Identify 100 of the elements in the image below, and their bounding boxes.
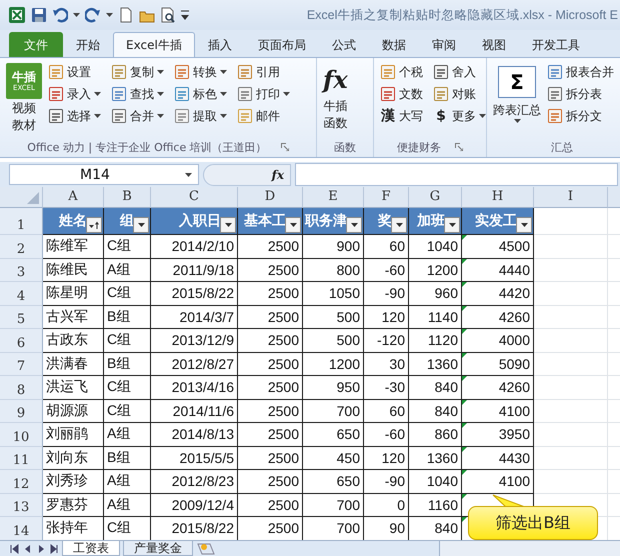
table-cell: C组 <box>107 402 132 420</box>
row-header[interactable]: 11 <box>0 446 43 470</box>
ribbon-button[interactable]: 标色 <box>174 83 231 105</box>
table-cell: 500 <box>336 308 360 325</box>
ribbon-button[interactable]: 对账 <box>433 83 490 105</box>
file-tab[interactable]: 文件 <box>9 32 63 57</box>
first-sheet-icon[interactable] <box>10 544 20 554</box>
insert-sheet-icon[interactable] <box>196 542 216 556</box>
row-header[interactable]: 4 <box>0 282 43 306</box>
ribbon-tab[interactable]: 公式 <box>318 32 369 57</box>
filter-button[interactable] <box>444 217 460 233</box>
ribbon-button[interactable]: 邮件 <box>237 105 294 127</box>
ribbon-button[interactable]: 拆分文 <box>547 105 618 127</box>
dialog-launcher-icon[interactable] <box>280 143 289 151</box>
table-cell: 2500 <box>268 426 299 442</box>
filter-button[interactable] <box>220 217 236 233</box>
ribbon-button[interactable]: 拆分表 <box>547 83 618 105</box>
ribbon-button[interactable]: 引用 <box>237 61 294 83</box>
ribbon-button[interactable]: 舍入 <box>433 61 490 83</box>
next-sheet-icon[interactable] <box>36 544 46 554</box>
filter-button[interactable] <box>133 217 149 233</box>
last-sheet-icon[interactable] <box>49 544 59 554</box>
filter-button[interactable] <box>86 217 102 233</box>
table-cell: -60 <box>384 426 405 442</box>
table-cell: 840 <box>434 379 458 396</box>
save-icon[interactable] <box>31 7 47 23</box>
symbol-icon: $ <box>433 108 449 124</box>
table-cell: 4100 <box>498 473 530 490</box>
ribbon-tab[interactable]: 开发工具 <box>518 32 593 57</box>
ribbon-button[interactable]: Σ 跨表汇总 <box>493 61 541 137</box>
ribbon-tab[interactable]: 开始 <box>63 32 113 57</box>
table-cell: 2014/8/13 <box>172 426 234 442</box>
ribbon-button[interactable]: 报表合并 <box>547 61 618 83</box>
ribbon-button[interactable]: 漢 大写 <box>380 105 427 127</box>
ribbon-button[interactable]: 设置 <box>48 61 105 83</box>
ribbon-tab[interactable]: 审阅 <box>418 32 469 57</box>
document-icon <box>49 65 63 79</box>
ribbon-button[interactable]: 合并 <box>111 105 168 127</box>
ribbon-tab[interactable]: Excel牛插 <box>113 32 195 57</box>
ribbon-button[interactable]: $ 更多 <box>433 105 490 127</box>
row-header[interactable]: 9 <box>0 400 43 423</box>
dialog-launcher-icon[interactable] <box>455 143 463 151</box>
ribbon-button[interactable]: 查找 <box>111 83 168 105</box>
new-document-icon[interactable] <box>118 7 134 23</box>
ribbon-button[interactable]: 选择 <box>48 105 105 127</box>
row-header[interactable]: 13 <box>0 494 43 517</box>
table-cell: 2500 <box>268 496 299 513</box>
table-cell: 2500 <box>268 402 299 419</box>
name-box[interactable]: M14 <box>9 164 199 185</box>
row-header[interactable]: 7 <box>0 352 43 376</box>
table-cell: 1140 <box>428 308 458 325</box>
row-header[interactable]: 1 <box>0 208 43 235</box>
filter-button[interactable] <box>346 217 362 233</box>
table-header: 奖 <box>378 212 392 230</box>
row-header[interactable]: 5 <box>0 306 43 329</box>
horizontal-scrollbar[interactable] <box>439 541 620 556</box>
print-preview-icon[interactable] <box>160 7 176 23</box>
table-cell: -90 <box>384 285 405 302</box>
row-header[interactable]: 14 <box>0 517 43 540</box>
formula-input[interactable] <box>295 163 618 186</box>
row-header[interactable]: 12 <box>0 470 43 494</box>
ribbon-button[interactable]: 录入 <box>48 83 105 105</box>
ribbon-button[interactable]: fx 牛插 函数 <box>323 61 348 137</box>
ribbon-tab[interactable]: 数据 <box>368 32 419 57</box>
row-header[interactable]: 10 <box>0 423 43 446</box>
table-cell: B组 <box>107 308 130 326</box>
ribbon-button[interactable]: 复制 <box>111 61 168 83</box>
row-header[interactable]: 2 <box>0 235 43 258</box>
ribbon-tab[interactable]: 视图 <box>468 32 519 57</box>
document-icon <box>112 109 126 123</box>
ribbon-button[interactable]: 提取 <box>174 105 231 127</box>
row-header[interactable]: 6 <box>0 329 43 352</box>
ribbon-button[interactable]: 打印 <box>237 83 294 105</box>
document-icon <box>548 65 562 79</box>
group-label: 汇总 <box>551 140 573 154</box>
previous-sheet-icon[interactable] <box>23 544 33 554</box>
sheet-tab[interactable]: 产量奖金 <box>123 541 193 556</box>
document-icon <box>175 87 189 101</box>
redo-icon[interactable] <box>85 7 101 23</box>
ribbon-tab[interactable]: 插入 <box>194 32 245 57</box>
sheet-tab[interactable]: 工资表 <box>62 541 120 556</box>
filter-button[interactable] <box>285 217 301 233</box>
table-cell: 2500 <box>268 520 299 536</box>
filter-button[interactable] <box>516 217 532 233</box>
ribbon-tab[interactable]: 页面布局 <box>244 32 319 57</box>
table-cell: 2012/8/27 <box>172 356 234 372</box>
column-header[interactable]: I <box>534 187 608 208</box>
table-cell: 1200 <box>426 262 458 278</box>
row-header[interactable]: 8 <box>0 376 43 400</box>
table-cell: 陈维民 <box>46 260 88 279</box>
insert-function-button[interactable]: fx <box>203 164 291 186</box>
undo-icon[interactable] <box>52 7 68 23</box>
filter-button[interactable] <box>391 217 407 233</box>
table-cell: 1160 <box>428 496 458 513</box>
ribbon-button[interactable]: 转换 <box>174 61 231 83</box>
ribbon-button[interactable]: 文数 <box>380 83 427 105</box>
table-cell: 3950 <box>498 426 530 442</box>
row-header[interactable]: 3 <box>0 258 43 282</box>
document-icon <box>381 87 395 101</box>
ribbon-button[interactable]: 个税 <box>380 61 427 83</box>
